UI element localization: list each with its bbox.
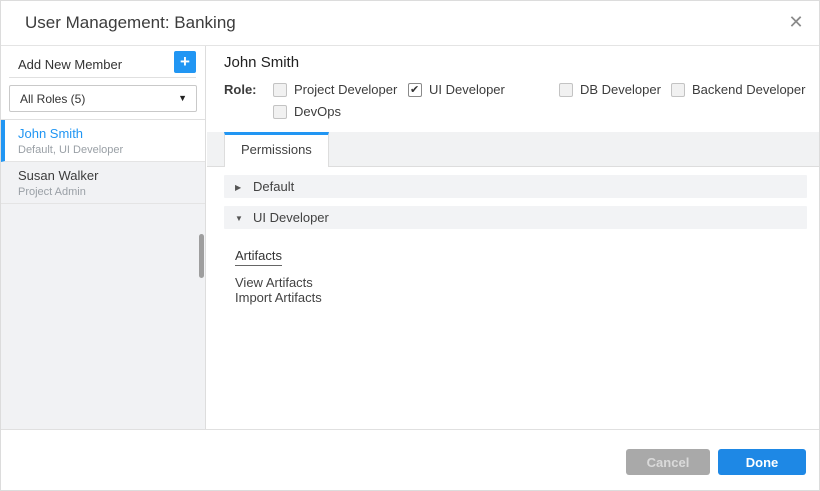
user-management-dialog: User Management: Banking ✕ Add New Membe… [0, 0, 820, 491]
permission-item: Import Artifacts [235, 290, 322, 305]
member-row-susan-walker[interactable]: Susan Walker Project Admin [1, 162, 205, 204]
dialog-title: User Management: Banking [25, 13, 236, 33]
role-label: Role: [224, 82, 257, 97]
checkbox-label: DB Developer [580, 82, 661, 97]
checkbox-label: Project Developer [294, 82, 397, 97]
checkbox-label: DevOps [294, 104, 341, 119]
member-list: John Smith Default, UI Developer Susan W… [1, 119, 205, 431]
dialog-footer: Cancel Done [1, 429, 819, 490]
permissions-group-artifacts: Artifacts View Artifacts Import Artifact… [235, 247, 322, 305]
member-name: John Smith [18, 126, 205, 141]
accordion-ui-developer[interactable]: UI Developer [224, 206, 807, 229]
chevron-down-icon: ▼ [178, 93, 187, 103]
member-row-john-smith[interactable]: John Smith Default, UI Developer [1, 120, 205, 162]
member-roles: Default, UI Developer [18, 144, 205, 156]
member-name: Susan Walker [18, 168, 205, 183]
role-checkbox-devops[interactable]: DevOps [273, 104, 341, 119]
sidebar-scrollbar-thumb[interactable] [199, 234, 204, 278]
permissions-group-heading: Artifacts [235, 248, 282, 266]
role-checkbox-backend-developer[interactable]: Backend Developer [671, 82, 805, 97]
accordion-default[interactable]: Default [224, 175, 807, 198]
role-checkbox-project-developer[interactable]: Project Developer [273, 82, 397, 97]
add-member-button[interactable]: + [174, 51, 196, 73]
add-new-member-label: Add New Member [18, 57, 122, 72]
roles-filter-value: All Roles (5) [20, 92, 85, 106]
selected-member-name: John Smith [224, 54, 299, 71]
accordion-label: Default [253, 179, 294, 194]
member-detail-panel: John Smith Role: Project Developer UI De… [207, 46, 819, 431]
role-checkbox-db-developer[interactable]: DB Developer [559, 82, 661, 97]
members-sidebar: Add New Member + All Roles (5) ▼ John Sm… [1, 46, 206, 431]
checkbox-icon[interactable] [408, 83, 422, 97]
checkbox-icon[interactable] [671, 83, 685, 97]
checkbox-icon[interactable] [559, 83, 573, 97]
permission-item: View Artifacts [235, 275, 322, 290]
checkbox-label: Backend Developer [692, 82, 805, 97]
role-checkbox-ui-developer[interactable]: UI Developer [408, 82, 505, 97]
chevron-down-icon [235, 206, 248, 230]
roles-filter-dropdown[interactable]: All Roles (5) ▼ [9, 85, 197, 112]
checkbox-icon[interactable] [273, 105, 287, 119]
cancel-button[interactable]: Cancel [626, 449, 710, 475]
chevron-right-icon [235, 175, 248, 199]
done-button[interactable]: Done [718, 449, 806, 475]
close-icon[interactable]: ✕ [784, 10, 808, 34]
dialog-header: User Management: Banking ✕ [1, 1, 819, 46]
permissions-items: View Artifacts Import Artifacts [235, 275, 322, 305]
divider [9, 77, 196, 78]
checkbox-label: UI Developer [429, 82, 505, 97]
tab-permissions[interactable]: Permissions [224, 132, 329, 167]
checkbox-icon[interactable] [273, 83, 287, 97]
accordion-label: UI Developer [253, 210, 329, 225]
member-roles: Project Admin [18, 186, 205, 198]
